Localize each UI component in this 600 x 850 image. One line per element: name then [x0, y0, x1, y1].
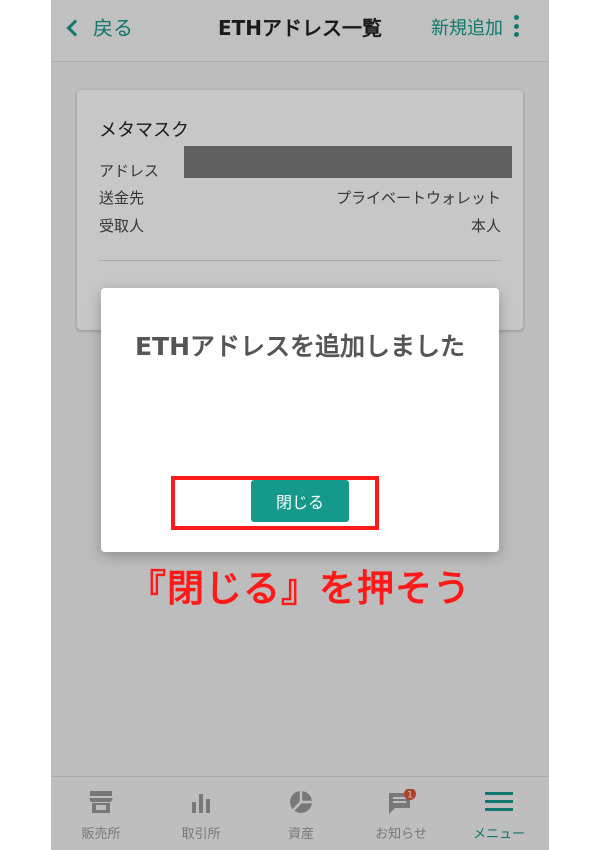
app-screen: 戻る ETHアドレス一覧 新規追加 メタマスク アドレス 送金先 プライベートウ… [51, 0, 549, 850]
highlight-box [171, 476, 379, 530]
instruction-annotation: 『閉じる』を押そう [129, 567, 471, 610]
dialog-message: ETHアドレスを追加しました [134, 332, 466, 361]
